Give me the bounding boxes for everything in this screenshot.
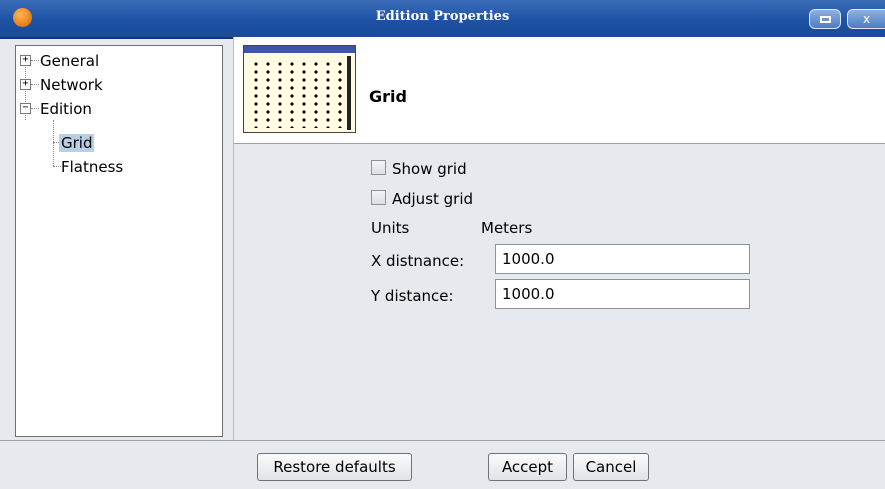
category-tree[interactable]: + General + Network − Edition Grid Flatn…	[15, 45, 223, 437]
y-distance-label: Y distance:	[371, 287, 454, 305]
adjust-grid-checkbox[interactable]	[371, 190, 386, 205]
tree-item-flatness[interactable]: Flatness	[61, 155, 123, 179]
tree-connector	[53, 166, 61, 167]
expand-icon[interactable]: +	[20, 79, 31, 90]
preview-grid-dots	[250, 60, 346, 128]
show-grid-option[interactable]: Show grid	[371, 158, 467, 180]
grid-preview-icon	[243, 45, 356, 133]
window-title: Edition Properties	[375, 9, 510, 24]
adjust-grid-option[interactable]: Adjust grid	[371, 188, 473, 210]
adjust-grid-label: Adjust grid	[392, 190, 474, 208]
preview-title-bar	[244, 46, 355, 53]
tree-item-label: General	[40, 52, 100, 70]
minimize-icon	[819, 16, 831, 23]
units-label: Units	[371, 219, 410, 237]
minimize-button[interactable]	[809, 9, 841, 29]
tree-item-grid[interactable]: Grid	[59, 131, 95, 155]
tree-item-label: Grid	[59, 134, 95, 152]
tree-item-label: Network	[40, 76, 103, 94]
collapse-icon[interactable]: −	[20, 103, 31, 114]
accept-button[interactable]: Accept	[488, 453, 567, 481]
tree-item-label: Edition	[40, 100, 92, 118]
tree-connector	[53, 120, 54, 166]
show-grid-checkbox[interactable]	[371, 160, 386, 175]
x-distance-label: X distnance:	[371, 252, 465, 270]
tree-item-label: Flatness	[61, 158, 124, 176]
footer-divider	[0, 440, 885, 441]
section-header: Grid	[234, 37, 885, 144]
restore-defaults-button[interactable]: Restore defaults	[257, 453, 412, 481]
cancel-button[interactable]: Cancel	[573, 453, 649, 481]
tree-connector	[31, 84, 39, 85]
tree-connector	[31, 60, 39, 61]
units-value: Meters	[481, 219, 533, 237]
title-bar: Edition Properties x	[0, 0, 885, 39]
y-distance-field[interactable]: 1000.0	[495, 279, 750, 309]
show-grid-label: Show grid	[392, 160, 467, 178]
close-icon: x	[862, 12, 871, 26]
preview-scrollbar	[347, 56, 351, 130]
x-distance-field[interactable]: 1000.0	[495, 244, 750, 274]
expand-icon[interactable]: +	[20, 55, 31, 66]
tree-connector	[31, 108, 39, 109]
close-button[interactable]: x	[847, 9, 885, 29]
section-title: Grid	[369, 87, 407, 106]
